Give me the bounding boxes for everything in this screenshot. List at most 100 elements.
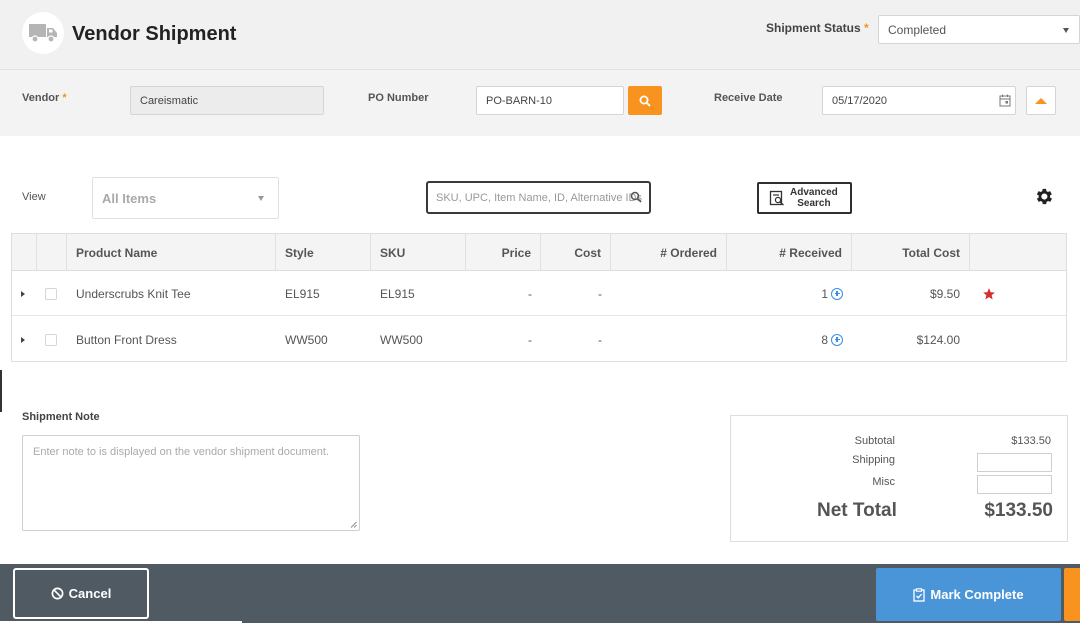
select-column-header xyxy=(37,234,67,271)
net-total-value: $133.50 xyxy=(984,500,1053,521)
row-expand-toggle[interactable] xyxy=(21,317,25,362)
po-number-input[interactable]: PO-BARN-10 xyxy=(476,86,624,115)
divider xyxy=(0,370,2,412)
clipboard-check-icon xyxy=(913,587,926,602)
resize-handle-icon[interactable] xyxy=(350,521,357,528)
chevron-down-icon xyxy=(258,196,264,201)
column-header-price[interactable]: Price xyxy=(466,234,541,271)
collapse-button[interactable] xyxy=(1026,86,1056,115)
item-search-input[interactable]: SKU, UPC, Item Name, ID, Alternative IDs xyxy=(426,181,651,214)
shipment-note-placeholder: Enter note to is displayed on the vendor… xyxy=(33,446,329,458)
required-mark: * xyxy=(62,92,67,104)
checkbox-box xyxy=(45,333,57,346)
cell-sku: EL915 xyxy=(380,286,415,301)
star-icon[interactable] xyxy=(982,287,996,301)
shipment-status-label-text: Shipment Status xyxy=(766,21,861,35)
required-mark: * xyxy=(864,21,869,35)
column-header-total-cost[interactable]: Total Cost xyxy=(852,234,970,271)
view-select[interactable]: All Items xyxy=(92,177,279,219)
view-select-value: All Items xyxy=(102,190,157,206)
cell-received: 8 xyxy=(727,317,843,362)
ban-icon xyxy=(51,587,64,600)
cell-received: 1 xyxy=(727,271,843,316)
po-search-button[interactable] xyxy=(628,86,662,115)
column-header-cost[interactable]: Cost xyxy=(541,234,611,271)
cell-cost: - xyxy=(598,286,602,301)
table-row[interactable]: Underscrubs Knit Tee EL915 EL915 - - 1 $… xyxy=(12,271,1066,316)
shipment-status-select[interactable]: Completed xyxy=(878,15,1080,44)
chevron-up-icon xyxy=(1035,97,1047,104)
divider xyxy=(0,563,322,564)
totals-summary: Subtotal $133.50 Shipping Misc Net Total… xyxy=(730,415,1068,542)
cell-price: - xyxy=(528,286,532,301)
gear-icon[interactable] xyxy=(1033,186,1054,207)
cell-cost: - xyxy=(598,332,602,347)
po-number-label: PO Number xyxy=(368,92,429,104)
mark-complete-button[interactable]: Mark Complete xyxy=(876,568,1061,621)
vendor-field[interactable]: Careismatic xyxy=(130,86,324,115)
item-search-placeholder: SKU, UPC, Item Name, ID, Alternative IDs xyxy=(436,191,643,204)
row-expand-toggle[interactable] xyxy=(21,271,25,316)
cell-total-cost: $124.00 xyxy=(916,332,960,347)
receive-date-label: Receive Date xyxy=(714,92,783,104)
add-received-icon[interactable] xyxy=(831,333,843,346)
calendar-icon[interactable] xyxy=(999,94,1011,107)
subtotal-label: Subtotal xyxy=(854,435,895,447)
table-row[interactable]: Button Front Dress WW500 WW500 - - 8 $12… xyxy=(12,317,1066,362)
chevron-down-icon xyxy=(1063,27,1069,33)
advanced-search-button[interactable]: Advanced Search xyxy=(757,182,852,214)
advanced-search-line2: Search xyxy=(797,198,831,209)
cancel-button-label: Cancel xyxy=(68,586,112,601)
shipment-note-textarea[interactable]: Enter note to is displayed on the vendor… xyxy=(22,435,360,531)
vendor-label-text: Vendor xyxy=(22,92,60,104)
column-header-style[interactable]: Style xyxy=(276,234,371,271)
caret-right-icon xyxy=(21,336,25,343)
action-footer: Cancel Mark Complete xyxy=(0,564,1080,623)
vendor-value: Careismatic xyxy=(140,94,199,107)
shipment-status-label: Shipment Status * xyxy=(766,21,869,35)
search-icon xyxy=(630,191,642,203)
column-header-ordered[interactable]: # Ordered xyxy=(611,234,727,271)
cell-product-name: Button Front Dress xyxy=(76,332,177,347)
vendor-label: Vendor * xyxy=(22,92,67,104)
cell-ordered xyxy=(611,271,718,316)
receive-date-value: 05/17/2020 xyxy=(832,94,888,107)
misc-label: Misc xyxy=(872,476,895,488)
cancel-button[interactable]: Cancel xyxy=(13,568,149,619)
items-table: Product Name Style SKU Price Cost # Orde… xyxy=(11,233,1067,362)
column-header-product-name[interactable]: Product Name xyxy=(67,234,276,271)
add-received-icon[interactable] xyxy=(831,287,843,300)
search-icon xyxy=(639,95,651,107)
checkbox-box xyxy=(45,287,57,300)
shipping-label: Shipping xyxy=(852,454,895,466)
received-count: 8 xyxy=(821,332,828,347)
column-header-sku[interactable]: SKU xyxy=(371,234,466,271)
po-number-value: PO-BARN-10 xyxy=(486,94,553,107)
column-header-received[interactable]: # Received xyxy=(727,234,852,271)
page-header: Vendor Shipment Shipment Status * Comple… xyxy=(0,0,1080,70)
cell-actions xyxy=(982,271,996,316)
shipping-input[interactable] xyxy=(977,453,1052,472)
truck-logo-icon xyxy=(22,12,64,54)
misc-input[interactable] xyxy=(977,475,1052,494)
received-count: 1 xyxy=(821,286,828,301)
view-label: View xyxy=(22,191,46,203)
actions-column-header xyxy=(970,234,1066,271)
subtotal-value: $133.50 xyxy=(1011,435,1051,447)
receive-date-input[interactable]: 05/17/2020 xyxy=(822,86,1016,115)
shipment-note-label: Shipment Note xyxy=(22,411,100,423)
advanced-search-icon xyxy=(769,190,784,206)
cell-ordered xyxy=(611,317,718,362)
row-checkbox[interactable] xyxy=(45,271,57,316)
row-checkbox[interactable] xyxy=(45,317,57,362)
cell-style: WW500 xyxy=(285,332,328,347)
table-header: Product Name Style SKU Price Cost # Orde… xyxy=(12,234,1066,271)
caret-right-icon xyxy=(21,290,25,297)
expand-column-header xyxy=(12,234,37,271)
cell-sku: WW500 xyxy=(380,332,423,347)
cell-style: EL915 xyxy=(285,286,320,301)
secondary-action-button[interactable] xyxy=(1064,568,1080,621)
advanced-search-label: Advanced Search xyxy=(790,187,838,209)
page-title: Vendor Shipment xyxy=(72,23,237,45)
cell-total-cost: $9.50 xyxy=(929,286,960,301)
